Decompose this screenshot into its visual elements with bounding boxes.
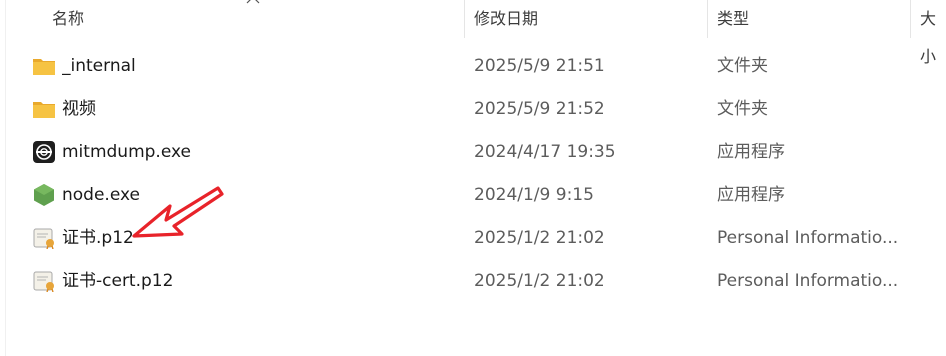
file-name: 证书-cert.p12	[62, 271, 174, 291]
column-header-bar: 名称 修改日期 类型 大小	[0, 0, 946, 66]
file-name: mitmdump.exe	[62, 142, 191, 162]
sort-chevron-up-icon[interactable]	[246, 0, 260, 4]
file-modified: 2024/4/17 19:35	[474, 142, 616, 162]
file-name: 证书.p12	[62, 228, 134, 248]
file-type: 应用程序	[717, 185, 785, 205]
file-row[interactable]: 视频 2025/5/9 21:52 文件夹	[20, 88, 900, 130]
folder-icon	[32, 98, 56, 120]
file-row[interactable]: mitmdump.exe 2024/4/17 19:35 应用程序	[20, 131, 900, 173]
file-row[interactable]: 证书-cert.p12 2025/1/2 21:02 Personal Info…	[20, 260, 900, 302]
file-modified: 2025/1/2 21:02	[474, 228, 605, 248]
column-header-size[interactable]: 大小	[920, 0, 946, 66]
file-type: 应用程序	[717, 142, 785, 162]
file-modified: 2025/5/9 21:51	[474, 56, 605, 76]
file-type: 文件夹	[717, 99, 768, 119]
folder-icon	[32, 55, 56, 77]
file-name: node.exe	[62, 185, 140, 205]
column-divider[interactable]	[910, 0, 911, 38]
column-header-name[interactable]: 名称	[52, 0, 84, 38]
file-modified: 2024/1/9 9:15	[474, 185, 594, 205]
file-type: Personal Informatio...	[717, 228, 899, 248]
file-modified: 2025/1/2 21:02	[474, 271, 605, 291]
file-type: Personal Informatio...	[717, 271, 899, 291]
file-name: 视频	[62, 99, 96, 119]
certificate-file-icon	[32, 270, 56, 292]
annotation-arrow-icon	[132, 186, 224, 238]
column-header-type[interactable]: 类型	[717, 0, 749, 38]
file-row[interactable]: _internal 2025/5/9 21:51 文件夹	[20, 45, 900, 87]
column-divider[interactable]	[464, 0, 465, 38]
pane-edge	[5, 0, 6, 356]
column-divider[interactable]	[707, 0, 708, 38]
certificate-file-icon	[32, 227, 56, 249]
file-type: 文件夹	[717, 56, 768, 76]
file-name: _internal	[62, 56, 136, 76]
file-modified: 2025/5/9 21:52	[474, 99, 605, 119]
mitmdump-app-icon	[32, 141, 56, 163]
nodejs-app-icon	[32, 184, 56, 206]
column-header-modified[interactable]: 修改日期	[474, 0, 538, 38]
